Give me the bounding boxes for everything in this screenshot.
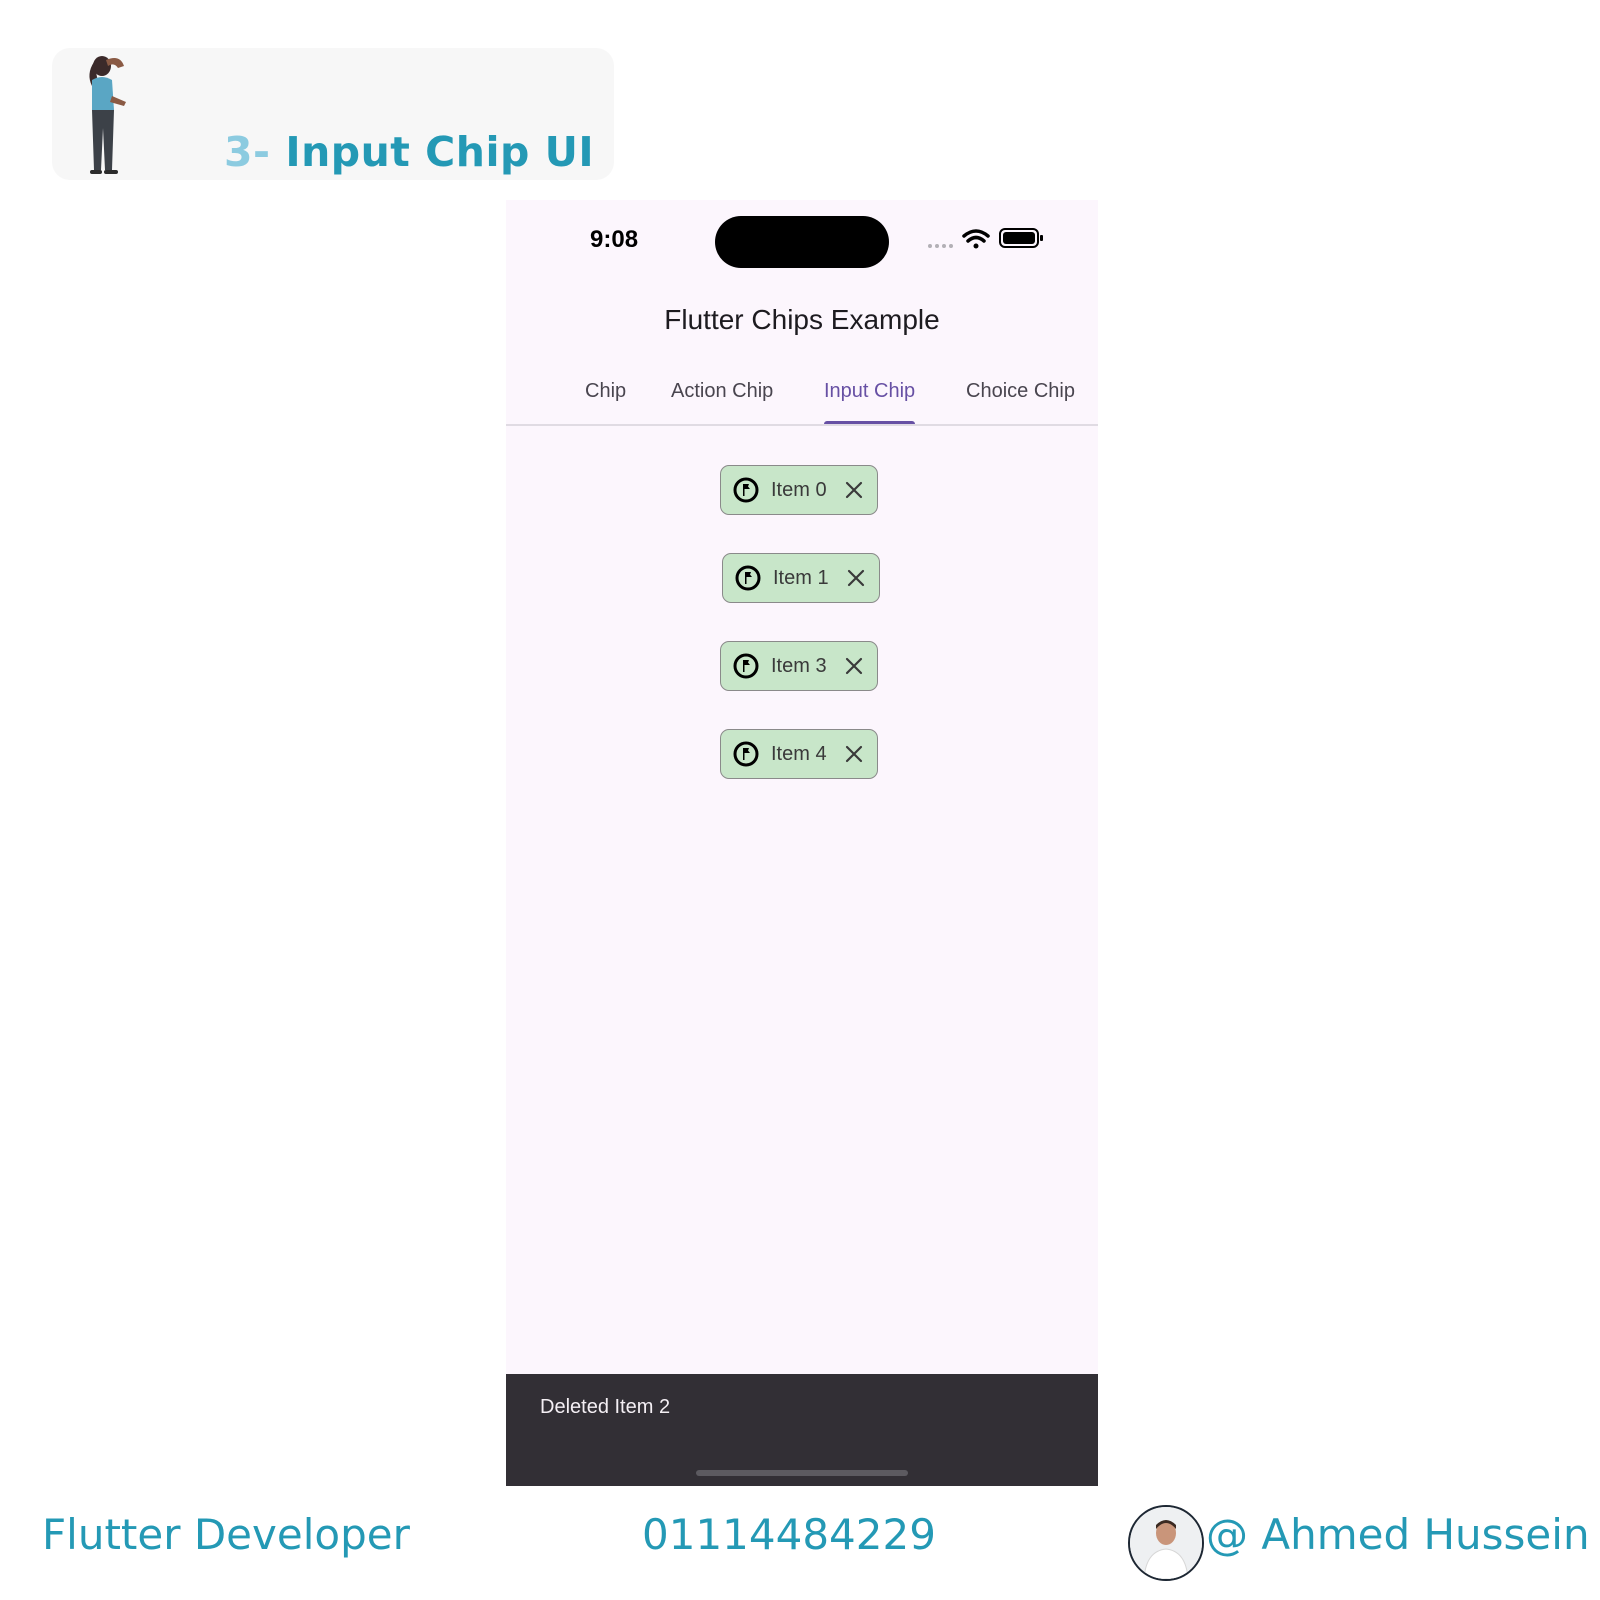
footer-role: Flutter Developer — [42, 1510, 410, 1559]
phone-screen: 9:08 Flutter Chips Example Chip Action C… — [506, 200, 1098, 1486]
tab-bar: Chip Action Chip Input Chip Choice Chip — [506, 372, 1098, 425]
close-icon[interactable] — [843, 655, 865, 677]
battery-icon — [999, 228, 1043, 248]
tab-label: Chip — [585, 380, 627, 402]
footer-author: @ Ahmed Hussein — [1206, 1510, 1590, 1559]
thinking-person-illustration — [89, 56, 126, 174]
close-icon[interactable] — [843, 479, 865, 501]
tab-choice-chip[interactable]: Choice Chip — [966, 372, 1075, 424]
banner-title-text: Input Chip UI — [285, 128, 595, 176]
tab-input-chip[interactable]: Input Chip — [824, 372, 916, 425]
chip-label: Item 4 — [771, 742, 827, 765]
input-chip[interactable]: Item 1 — [722, 553, 880, 603]
avatar — [1128, 1505, 1204, 1581]
close-icon[interactable] — [843, 743, 865, 765]
tab-divider — [506, 424, 1098, 426]
chip-label: Item 3 — [771, 654, 827, 677]
input-chip[interactable]: Item 3 — [720, 641, 878, 691]
input-chip[interactable]: Item 0 — [720, 465, 878, 515]
status-time: 9:08 — [590, 226, 639, 253]
snackbar: Deleted Item 2 — [506, 1374, 1098, 1486]
wifi-icon — [962, 229, 990, 249]
tab-label: Action Chip — [671, 380, 774, 402]
flag-circle-icon — [733, 477, 759, 503]
home-indicator[interactable] — [696, 1470, 908, 1476]
close-icon[interactable] — [845, 567, 867, 589]
flag-circle-icon — [735, 565, 761, 591]
tab-label: Input Chip — [824, 380, 916, 402]
header-banner: 3- Input Chip UI — [52, 48, 614, 180]
status-icons — [928, 228, 1043, 249]
app-bar-title: Flutter Chips Example — [664, 304, 940, 335]
flag-circle-icon — [733, 741, 759, 767]
person-photo-icon — [1130, 1507, 1202, 1579]
tab-chip[interactable]: Chip — [585, 372, 626, 424]
dynamic-island — [715, 216, 889, 268]
tab-action-chip[interactable]: Action Chip — [671, 372, 773, 424]
footer-phone: 01114484229 — [642, 1510, 936, 1559]
flag-circle-icon — [733, 653, 759, 679]
banner-number: 3- — [224, 128, 271, 176]
tab-label: Choice Chip — [966, 380, 1075, 402]
snackbar-message: Deleted Item 2 — [540, 1396, 671, 1418]
banner-title: 3- Input Chip UI — [224, 128, 594, 176]
chip-label: Item 1 — [773, 566, 829, 589]
cellular-signal-icon — [928, 244, 953, 248]
input-chip[interactable]: Item 4 — [720, 729, 878, 779]
chip-label: Item 0 — [771, 478, 827, 501]
